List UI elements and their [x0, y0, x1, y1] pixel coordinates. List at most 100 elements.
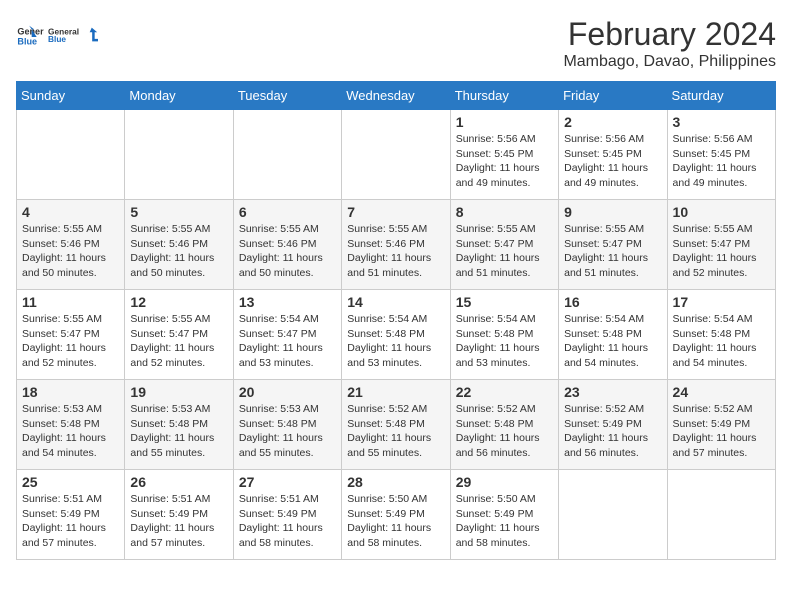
calendar-cell: 3Sunrise: 5:56 AM Sunset: 5:45 PM Daylig…	[667, 110, 775, 200]
day-info: Sunrise: 5:54 AM Sunset: 5:48 PM Dayligh…	[456, 312, 553, 371]
day-number: 18	[22, 384, 119, 400]
calendar-cell: 8 Sunrise: 5:55 AM Sunset: 5:47 PM Daylig…	[450, 200, 558, 290]
calendar-cell: 6 Sunrise: 5:55 AM Sunset: 5:46 PM Daylig…	[233, 200, 341, 290]
day-number: 4	[22, 204, 119, 220]
calendar-cell: 23Sunrise: 5:52 AM Sunset: 5:49 PM Dayli…	[559, 380, 667, 470]
day-info: Sunrise: 5:52 AM Sunset: 5:48 PM Dayligh…	[347, 402, 444, 461]
day-number: 5	[130, 204, 227, 220]
calendar-header-row: SundayMondayTuesdayWednesdayThursdayFrid…	[17, 82, 776, 110]
day-number: 15	[456, 294, 553, 310]
calendar-body: 1 Sunrise: 5:56 AM Sunset: 5:45 PM Daylig…	[17, 110, 776, 560]
day-info: Sunrise: 5:55 AM Sunset: 5:47 PM Dayligh…	[564, 222, 661, 281]
day-number: 1	[456, 114, 553, 130]
calendar-cell	[559, 470, 667, 560]
calendar-cell: 29 Sunrise: 5:50 AM Sunset: 5:49 PM Dayli…	[450, 470, 558, 560]
day-number: 7	[347, 204, 444, 220]
calendar-cell	[125, 110, 233, 200]
day-number: 20	[239, 384, 336, 400]
calendar-cell: 21 Sunrise: 5:52 AM Sunset: 5:48 PM Dayli…	[342, 380, 450, 470]
svg-text:Blue: Blue	[17, 36, 37, 46]
calendar-cell: 12 Sunrise: 5:55 AM Sunset: 5:47 PM Dayli…	[125, 290, 233, 380]
calendar-cell: 9 Sunrise: 5:55 AM Sunset: 5:47 PM Daylig…	[559, 200, 667, 290]
calendar-table: SundayMondayTuesdayWednesdayThursdayFrid…	[16, 81, 776, 560]
calendar-cell: 5 Sunrise: 5:55 AM Sunset: 5:46 PM Daylig…	[125, 200, 233, 290]
calendar-cell: 14Sunrise: 5:54 AM Sunset: 5:48 PM Dayli…	[342, 290, 450, 380]
calendar-cell: 20 Sunrise: 5:53 AM Sunset: 5:48 PM Dayli…	[233, 380, 341, 470]
calendar-cell: 2 Sunrise: 5:56 AM Sunset: 5:45 PM Daylig…	[559, 110, 667, 200]
day-info: Sunrise: 5:50 AM Sunset: 5:49 PM Dayligh…	[347, 492, 444, 551]
day-number: 8	[456, 204, 553, 220]
day-info: Sunrise: 5:56 AM Sunset: 5:45 PM Dayligh…	[673, 132, 770, 191]
day-info: Sunrise: 5:55 AM Sunset: 5:46 PM Dayligh…	[130, 222, 227, 281]
day-info: Sunrise: 5:53 AM Sunset: 5:48 PM Dayligh…	[239, 402, 336, 461]
day-info: Sunrise: 5:51 AM Sunset: 5:49 PM Dayligh…	[22, 492, 119, 551]
day-number: 17	[673, 294, 770, 310]
calendar-week-row: 25 Sunrise: 5:51 AM Sunset: 5:49 PM Dayli…	[17, 470, 776, 560]
calendar-cell	[17, 110, 125, 200]
calendar-cell: 25 Sunrise: 5:51 AM Sunset: 5:49 PM Dayli…	[17, 470, 125, 560]
calendar-cell: 16 Sunrise: 5:54 AM Sunset: 5:48 PM Dayli…	[559, 290, 667, 380]
calendar-cell: 10 Sunrise: 5:55 AM Sunset: 5:47 PM Dayli…	[667, 200, 775, 290]
day-info: Sunrise: 5:51 AM Sunset: 5:49 PM Dayligh…	[130, 492, 227, 551]
logo-icon: General Blue	[16, 22, 44, 50]
day-info: Sunrise: 5:55 AM Sunset: 5:46 PM Dayligh…	[347, 222, 444, 281]
day-info: Sunrise: 5:54 AM Sunset: 5:48 PM Dayligh…	[564, 312, 661, 371]
calendar-cell: 22 Sunrise: 5:52 AM Sunset: 5:48 PM Dayli…	[450, 380, 558, 470]
calendar-cell: 7 Sunrise: 5:55 AM Sunset: 5:46 PM Daylig…	[342, 200, 450, 290]
calendar-cell: 27 Sunrise: 5:51 AM Sunset: 5:49 PM Dayli…	[233, 470, 341, 560]
day-number: 10	[673, 204, 770, 220]
day-number: 21	[347, 384, 444, 400]
day-number: 12	[130, 294, 227, 310]
day-number: 16	[564, 294, 661, 310]
day-info: Sunrise: 5:54 AM Sunset: 5:48 PM Dayligh…	[673, 312, 770, 371]
day-number: 28	[347, 474, 444, 490]
main-title: February 2024	[563, 16, 776, 53]
day-info: Sunrise: 5:55 AM Sunset: 5:47 PM Dayligh…	[456, 222, 553, 281]
day-info: Sunrise: 5:54 AM Sunset: 5:48 PM Dayligh…	[347, 312, 444, 371]
calendar-header-cell: Saturday	[667, 82, 775, 110]
calendar-week-row: 11 Sunrise: 5:55 AM Sunset: 5:47 PM Dayli…	[17, 290, 776, 380]
logo: General Blue General Blue	[16, 16, 98, 56]
subtitle: Mambago, Davao, Philippines	[563, 53, 776, 71]
day-number: 24	[673, 384, 770, 400]
calendar-header-cell: Sunday	[17, 82, 125, 110]
day-number: 22	[456, 384, 553, 400]
day-number: 27	[239, 474, 336, 490]
day-number: 6	[239, 204, 336, 220]
day-info: Sunrise: 5:56 AM Sunset: 5:45 PM Dayligh…	[456, 132, 553, 191]
calendar-cell: 17 Sunrise: 5:54 AM Sunset: 5:48 PM Dayli…	[667, 290, 775, 380]
svg-text:Blue: Blue	[48, 34, 66, 44]
day-number: 25	[22, 474, 119, 490]
header: General Blue General Blue February 2024 …	[16, 16, 776, 71]
calendar-week-row: 1 Sunrise: 5:56 AM Sunset: 5:45 PM Daylig…	[17, 110, 776, 200]
calendar-cell	[342, 110, 450, 200]
calendar-cell: 4 Sunrise: 5:55 AM Sunset: 5:46 PM Daylig…	[17, 200, 125, 290]
day-number: 2	[564, 114, 661, 130]
day-info: Sunrise: 5:55 AM Sunset: 5:46 PM Dayligh…	[22, 222, 119, 281]
calendar-cell: 15 Sunrise: 5:54 AM Sunset: 5:48 PM Dayli…	[450, 290, 558, 380]
calendar-week-row: 4 Sunrise: 5:55 AM Sunset: 5:46 PM Daylig…	[17, 200, 776, 290]
calendar-cell: 28 Sunrise: 5:50 AM Sunset: 5:49 PM Dayli…	[342, 470, 450, 560]
day-info: Sunrise: 5:53 AM Sunset: 5:48 PM Dayligh…	[130, 402, 227, 461]
day-info: Sunrise: 5:55 AM Sunset: 5:47 PM Dayligh…	[130, 312, 227, 371]
day-info: Sunrise: 5:52 AM Sunset: 5:48 PM Dayligh…	[456, 402, 553, 461]
day-info: Sunrise: 5:55 AM Sunset: 5:47 PM Dayligh…	[673, 222, 770, 281]
calendar-cell: 19Sunrise: 5:53 AM Sunset: 5:48 PM Dayli…	[125, 380, 233, 470]
day-number: 13	[239, 294, 336, 310]
day-number: 29	[456, 474, 553, 490]
day-number: 11	[22, 294, 119, 310]
day-info: Sunrise: 5:55 AM Sunset: 5:46 PM Dayligh…	[239, 222, 336, 281]
title-section: February 2024 Mambago, Davao, Philippine…	[563, 16, 776, 71]
calendar-cell	[667, 470, 775, 560]
calendar-header-cell: Monday	[125, 82, 233, 110]
day-info: Sunrise: 5:55 AM Sunset: 5:47 PM Dayligh…	[22, 312, 119, 371]
day-info: Sunrise: 5:54 AM Sunset: 5:47 PM Dayligh…	[239, 312, 336, 371]
svg-text:General: General	[17, 27, 44, 37]
day-info: Sunrise: 5:53 AM Sunset: 5:48 PM Dayligh…	[22, 402, 119, 461]
day-info: Sunrise: 5:56 AM Sunset: 5:45 PM Dayligh…	[564, 132, 661, 191]
calendar-header-cell: Tuesday	[233, 82, 341, 110]
calendar-header-cell: Friday	[559, 82, 667, 110]
day-info: Sunrise: 5:50 AM Sunset: 5:49 PM Dayligh…	[456, 492, 553, 551]
day-info: Sunrise: 5:51 AM Sunset: 5:49 PM Dayligh…	[239, 492, 336, 551]
day-number: 9	[564, 204, 661, 220]
